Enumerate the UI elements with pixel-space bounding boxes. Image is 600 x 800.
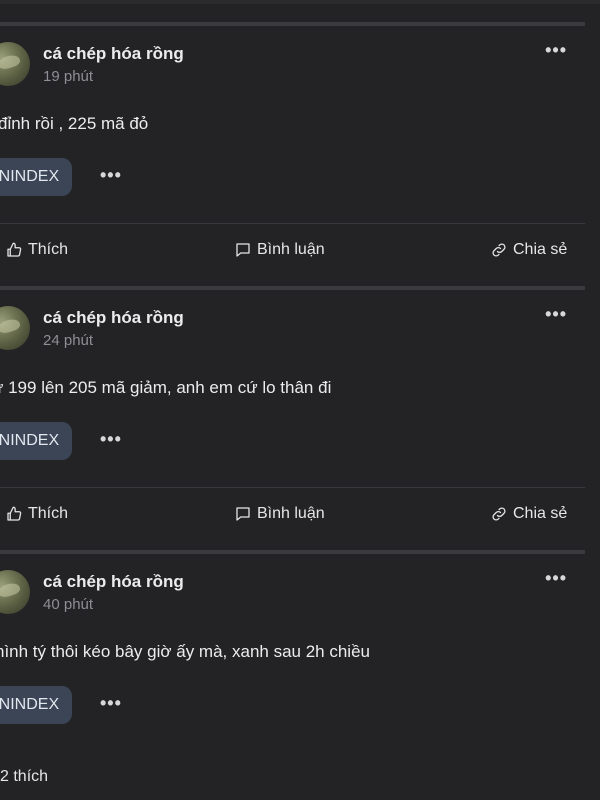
comment-icon [236,507,250,521]
post-time: 19 phút [43,68,94,85]
post-separator [0,286,585,290]
stock-tag-chip[interactable]: VNINDEX [0,686,72,724]
link-icon [492,507,506,521]
avatar[interactable] [0,42,30,86]
share-label: Chia sẻ [513,505,568,522]
post-separator [0,22,585,26]
like-label: Thích [28,505,69,522]
link-icon [492,243,506,257]
thumbs-up-icon [7,506,22,521]
more-options-icon[interactable]: ••• [545,305,567,323]
top-bar [0,0,600,4]
stock-tag-chip[interactable]: VNINDEX [0,158,72,196]
comment-button[interactable]: Bình luận [234,241,325,259]
post-actions: Thích Bình luận Chia sẻ [0,487,585,541]
avatar[interactable] [0,306,30,350]
share-button[interactable]: Chia sẻ [490,505,567,523]
post-time: 40 phút [43,596,94,613]
tag-more-icon[interactable]: ••• [100,430,122,448]
comment-icon [236,243,250,257]
like-button[interactable]: Thích [5,241,68,259]
likes-count[interactable]: 2 thích [0,768,48,786]
post-text: ừ 199 lên 205 mã giảm, anh em cứ lo thân… [0,378,332,397]
tag-more-icon[interactable]: ••• [100,166,122,184]
author-name[interactable]: cá chép hóa rồng [43,44,184,64]
tag-more-icon[interactable]: ••• [100,694,122,712]
stock-tag-label: VNINDEX [0,168,60,185]
comment-button[interactable]: Bình luận [234,505,325,523]
post-text: đỉnh rồi , 225 mã đỏ [0,114,149,133]
share-button[interactable]: Chia sẻ [490,241,567,259]
comment-label: Bình luận [257,241,325,258]
author-name[interactable]: cá chép hóa rồng [43,572,184,592]
thumbs-up-icon [7,242,22,257]
comment-label: Bình luận [257,505,325,522]
more-options-icon[interactable]: ••• [545,569,567,587]
share-label: Chia sẻ [513,241,568,258]
stock-tag-label: VNINDEX [0,432,60,449]
stock-tag-chip[interactable]: VNINDEX [0,422,72,460]
like-button[interactable]: Thích [5,505,68,523]
like-label: Thích [28,241,69,258]
post-text: nình tý thôi kéo bây giờ ấy mà, xanh sau… [0,642,370,661]
avatar[interactable] [0,570,30,614]
post-time: 24 phút [43,332,94,349]
post-actions: Thích Bình luận Chia sẻ [0,223,585,277]
stock-tag-label: VNINDEX [0,696,60,713]
post-separator [0,550,585,554]
more-options-icon[interactable]: ••• [545,41,567,59]
author-name[interactable]: cá chép hóa rồng [43,308,184,328]
